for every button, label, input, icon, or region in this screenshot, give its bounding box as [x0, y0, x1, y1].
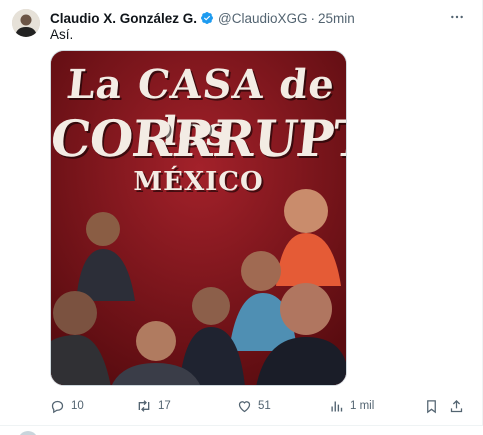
- avatar[interactable]: [12, 9, 40, 37]
- action-bar: 10 17 51 1 mil: [44, 395, 474, 417]
- tweet-header: Claudio X. González G. @ClaudioXGG · 25m…: [50, 9, 355, 27]
- share-icon: [450, 399, 463, 412]
- reply-button[interactable]: 10: [50, 395, 84, 417]
- tweet-card[interactable]: Claudio X. González G. @ClaudioXGG · 25m…: [0, 0, 483, 425]
- bookmark-icon: [427, 399, 436, 413]
- retweet-count: 17: [158, 400, 171, 412]
- views-icon: [331, 401, 343, 411]
- tweet-image[interactable]: La CASA de los CORRRUPTOS MÉXICO: [50, 50, 347, 386]
- like-button[interactable]: 51: [237, 395, 271, 417]
- reply-count: 10: [71, 400, 84, 412]
- retweet-icon: [138, 400, 150, 412]
- next-tweet-preview[interactable]: [0, 426, 483, 435]
- poster-title-line2: CORRRUPTOS: [50, 109, 347, 168]
- tweet-text: Así.: [50, 27, 74, 42]
- views-button[interactable]: 1 mil: [329, 395, 374, 417]
- heart-icon: [238, 400, 251, 412]
- retweet-button[interactable]: 17: [136, 395, 171, 417]
- avatar-image: [12, 9, 40, 37]
- separator-dot: ·: [310, 10, 316, 26]
- like-count: 51: [258, 400, 271, 412]
- share-button[interactable]: [449, 395, 470, 417]
- reply-icon: [51, 400, 64, 413]
- author-name[interactable]: Claudio X. González G.: [50, 11, 197, 26]
- author-handle[interactable]: @ClaudioXGG: [218, 11, 308, 26]
- bookmark-button[interactable]: [424, 395, 445, 417]
- verified-badge-icon: [200, 11, 214, 25]
- views-count: 1 mil: [350, 400, 375, 412]
- timestamp[interactable]: 25min: [318, 11, 355, 26]
- poster-title-line3: MÉXICO: [133, 167, 264, 197]
- more-icon[interactable]: [446, 8, 468, 26]
